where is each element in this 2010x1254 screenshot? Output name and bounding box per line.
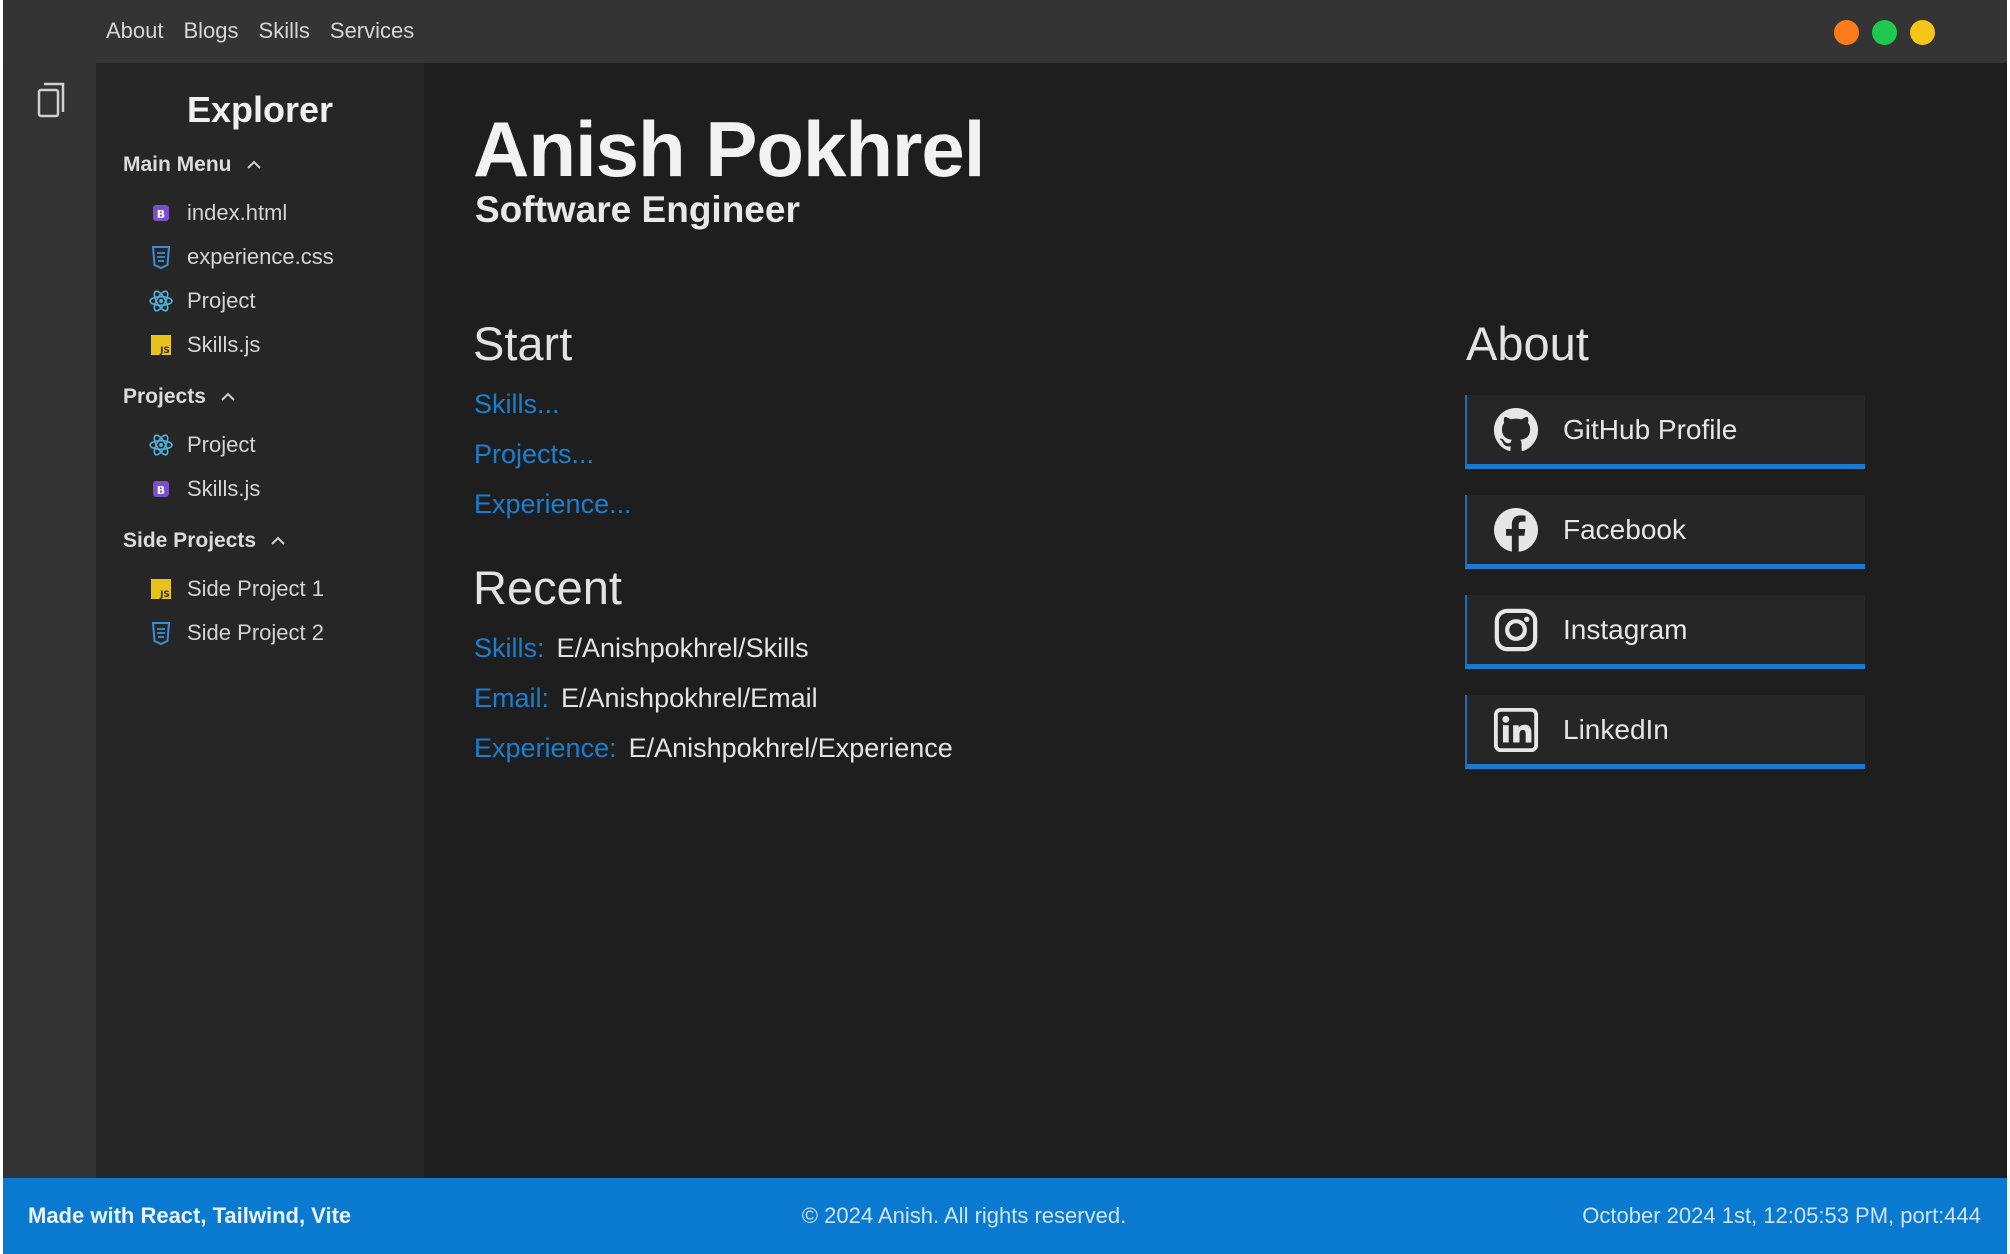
- start-link-projects[interactable]: Projects...: [474, 439, 594, 470]
- file-label: Side Project 2: [187, 620, 324, 645]
- social-label: GitHub Profile: [1563, 413, 1738, 445]
- react-file-icon: [149, 290, 173, 312]
- svg-text:JS: JS: [159, 346, 170, 356]
- css-file-icon: [151, 622, 171, 646]
- js-file-icon: JS: [151, 579, 171, 600]
- svg-text:B: B: [157, 484, 165, 497]
- section-label: Main Menu: [123, 153, 232, 176]
- start-heading: Start: [473, 317, 573, 370]
- file-label: experience.css: [187, 244, 334, 269]
- nav-services[interactable]: Services: [330, 18, 414, 44]
- file-project[interactable]: Project: [148, 286, 255, 316]
- svg-text:B: B: [157, 208, 165, 221]
- profile-role: Software Engineer: [475, 189, 800, 230]
- file-label: Skills.js: [187, 476, 261, 501]
- svg-text:JS: JS: [159, 590, 170, 600]
- nav-skills[interactable]: Skills: [259, 18, 310, 44]
- github-profile-button[interactable]: GitHub Profile: [1465, 395, 1865, 469]
- app-window: About Blogs Skills Services Explorer Mai…: [3, 0, 2007, 1254]
- files-icon[interactable]: [35, 81, 69, 121]
- window-dot-orange[interactable]: [1834, 20, 1859, 45]
- section-projects[interactable]: Projects: [123, 385, 236, 409]
- bootstrap-file-icon: B: [153, 481, 169, 497]
- social-label: LinkedIn: [1563, 713, 1669, 745]
- file-label: Side Project 1: [187, 576, 324, 601]
- status-bar: Made with React, Tailwind, Vite © 2024 A…: [3, 1178, 2007, 1254]
- recent-path: E/Anishpokhrel/Email: [561, 683, 818, 713]
- recent-path: E/Anishpokhrel/Skills: [556, 633, 809, 663]
- window-controls: [1834, 20, 1935, 45]
- explorer-sidebar: Explorer Main Menu B index.html experien…: [96, 63, 424, 1178]
- nav-blogs[interactable]: Blogs: [184, 18, 239, 44]
- section-label: Side Projects: [123, 529, 257, 552]
- nav-about[interactable]: About: [106, 18, 164, 44]
- instagram-button[interactable]: Instagram: [1465, 595, 1865, 669]
- file-label: Skills.js: [187, 332, 261, 357]
- title-bar: About Blogs Skills Services: [3, 0, 2007, 63]
- recent-path: E/Anishpokhrel/Experience: [628, 733, 953, 763]
- start-link-skills[interactable]: Skills...: [474, 389, 560, 420]
- recent-item: Skills: E/Anishpokhrel/Skills: [474, 633, 809, 664]
- file-label: index.html: [187, 200, 288, 225]
- recent-key[interactable]: Email:: [474, 683, 549, 714]
- file-side-project-2[interactable]: Side Project 2: [148, 618, 324, 648]
- facebook-icon: [1493, 507, 1539, 553]
- linkedin-button[interactable]: LinkedIn: [1465, 695, 1865, 769]
- react-file-icon: [149, 434, 173, 456]
- bootstrap-file-icon: B: [153, 205, 169, 221]
- recent-key[interactable]: Experience:: [474, 733, 617, 764]
- facebook-button[interactable]: Facebook: [1465, 495, 1865, 569]
- file-label: Project: [187, 432, 256, 457]
- file-skills-js[interactable]: JS Skills.js: [148, 330, 260, 360]
- explorer-title: Explorer: [186, 89, 334, 130]
- recent-item: Email: E/Anishpokhrel/Email: [474, 683, 818, 714]
- start-link-experience[interactable]: Experience...: [474, 489, 632, 520]
- file-skills-js[interactable]: B Skills.js: [148, 474, 260, 504]
- chevron-up-icon: [221, 392, 235, 401]
- about-heading: About: [1466, 317, 1589, 370]
- section-label: Projects: [123, 385, 206, 408]
- chevron-up-icon: [246, 160, 261, 169]
- file-experience-css[interactable]: experience.css: [148, 242, 334, 272]
- github-icon: [1493, 407, 1539, 451]
- file-label: Project: [187, 288, 256, 313]
- activity-bar: [3, 63, 96, 1178]
- status-datetime: October 2024 1st, 12:05:53 PM, port:444: [1582, 1203, 1981, 1228]
- window-dot-green[interactable]: [1872, 20, 1897, 45]
- recent-key[interactable]: Skills:: [474, 633, 545, 664]
- recent-item: Experience: E/Anishpokhrel/Experience: [474, 733, 953, 764]
- top-nav: About Blogs Skills Services: [106, 18, 414, 44]
- file-side-project-1[interactable]: JS Side Project 1: [148, 574, 324, 604]
- section-side-projects[interactable]: Side Projects: [123, 529, 286, 553]
- instagram-icon: [1494, 608, 1538, 651]
- linkedin-icon: [1493, 707, 1539, 752]
- recent-heading: Recent: [473, 561, 622, 614]
- file-project[interactable]: Project: [148, 430, 255, 460]
- social-label: Facebook: [1563, 513, 1686, 545]
- social-label: Instagram: [1563, 613, 1688, 645]
- window-dot-yellow[interactable]: [1910, 20, 1935, 45]
- file-index-html[interactable]: B index.html: [148, 198, 287, 228]
- chevron-up-icon: [271, 536, 285, 545]
- profile-name: Anish Pokhrel: [473, 105, 985, 193]
- js-file-icon: JS: [151, 335, 171, 356]
- css-file-icon: [151, 246, 171, 270]
- section-main-menu[interactable]: Main Menu: [123, 153, 262, 177]
